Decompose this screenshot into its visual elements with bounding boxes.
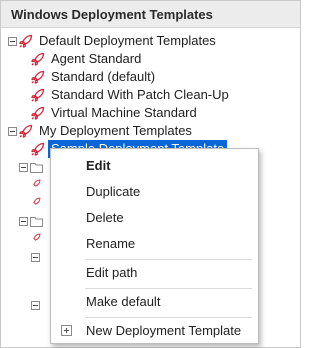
menu-separator [85,317,252,318]
tree-item-agent-standard[interactable]: Agent Standard [31,50,144,68]
menu-separator [85,259,252,260]
plus-icon [61,325,72,336]
menu-item-edit-path[interactable]: Edit path [51,261,258,285]
menu-separator [85,288,252,289]
menu-item-label: New Deployment Template [86,323,242,338]
menu-item-duplicate[interactable]: Duplicate [51,180,258,204]
tree-group-label: Default Deployment Templates [39,33,216,48]
tree-group-default[interactable]: Default Deployment Templates [8,32,219,50]
tree-item-label: Standard With Patch Clean-Up [51,87,229,102]
collapse-toggle[interactable] [19,162,28,172]
menu-item-new-template[interactable]: New Deployment Template [51,319,258,343]
menu-item-rename[interactable]: Rename [51,232,258,256]
rocket-icon [31,142,45,156]
tree-group-my-templates[interactable]: My Deployment Templates [8,122,195,140]
rocket-icon [33,179,41,187]
tree-group-label: My Deployment Templates [39,123,192,138]
tree-item-label: Virtual Machine Standard [51,105,197,120]
tree-item-standard-patch-cleanup[interactable]: Standard With Patch Clean-Up [31,86,232,104]
tree-item-virtual-machine-standard[interactable]: Virtual Machine Standard [31,104,200,122]
menu-item-delete[interactable]: Delete [51,206,258,230]
collapse-toggle[interactable] [8,36,17,46]
collapse-toggle[interactable] [8,126,17,136]
tree-folder-node[interactable] [31,248,42,266]
tree-folder-node[interactable] [31,296,42,314]
deployment-templates-panel: Windows Deployment Templates Default Dep… [0,0,301,348]
rocket-icon [31,88,45,102]
rocket-icon [33,197,41,205]
collapse-toggle[interactable] [31,252,40,262]
rocket-icon [31,52,45,66]
tree-item-standard-default[interactable]: Standard (default) [31,68,158,86]
menu-item-make-default[interactable]: Make default [51,290,258,314]
rocket-icon [19,124,33,138]
tree-folder-node[interactable] [19,212,46,230]
rocket-icon [31,106,45,120]
tree-item-label: Agent Standard [51,51,142,66]
context-menu: Edit Duplicate Delete Rename Edit path M… [50,148,259,344]
folder-icon [30,162,43,173]
tree-item-label: Standard (default) [51,69,156,84]
rocket-icon [19,34,33,48]
folder-icon [30,216,43,227]
collapse-toggle[interactable] [19,216,28,226]
tree-folder-node[interactable] [19,158,46,176]
panel-title: Windows Deployment Templates [1,1,300,28]
rocket-icon [31,70,45,84]
menu-item-edit[interactable]: Edit [51,154,258,178]
collapse-toggle[interactable] [31,300,40,310]
rocket-icon [33,233,41,241]
